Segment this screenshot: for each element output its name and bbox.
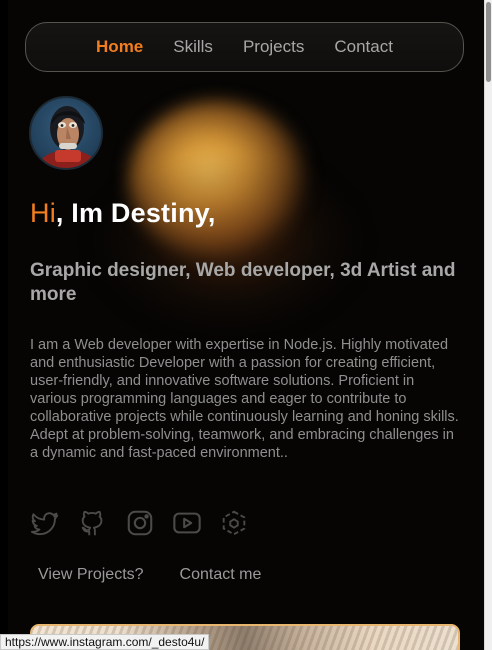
nav-skills[interactable]: Skills xyxy=(173,37,213,57)
browser-viewport: Home Skills Projects Contact Hi, Im Dest… xyxy=(0,0,492,650)
hero-heading: Hi, Im Destiny, xyxy=(30,198,216,229)
avatar-character-image xyxy=(38,106,98,168)
nav-contact[interactable]: Contact xyxy=(334,37,393,57)
hero-heading-name: , Im Destiny, xyxy=(55,198,216,228)
nav-home[interactable]: Home xyxy=(96,37,143,57)
left-gutter xyxy=(0,0,8,650)
profile-avatar xyxy=(29,96,103,170)
contact-me-link[interactable]: Contact me xyxy=(180,566,262,584)
scrollbar-thumb[interactable] xyxy=(486,2,491,82)
hero-subtitle: Graphic designer, Web developer, 3d Arti… xyxy=(30,260,456,305)
instagram-icon[interactable] xyxy=(124,507,156,539)
portfolio-page: Home Skills Projects Contact Hi, Im Dest… xyxy=(8,0,484,650)
twitter-icon[interactable] xyxy=(30,507,62,539)
hero-actions: View Projects? Contact me xyxy=(38,566,261,584)
github-icon[interactable] xyxy=(77,507,109,539)
nav-projects[interactable]: Projects xyxy=(243,37,304,57)
vertical-scrollbar[interactable] xyxy=(484,0,492,650)
hero-heading-hi: Hi xyxy=(30,198,56,228)
youtube-icon[interactable] xyxy=(171,507,203,539)
browser-status-bar: https://www.instagram.com/_desto4u/ xyxy=(0,634,210,650)
top-navigation: Home Skills Projects Contact xyxy=(25,22,464,72)
view-projects-link[interactable]: View Projects? xyxy=(38,566,144,584)
codepen-icon[interactable] xyxy=(218,507,250,539)
social-links xyxy=(30,507,250,539)
about-paragraph: I am a Web developer with expertise in N… xyxy=(30,337,459,461)
